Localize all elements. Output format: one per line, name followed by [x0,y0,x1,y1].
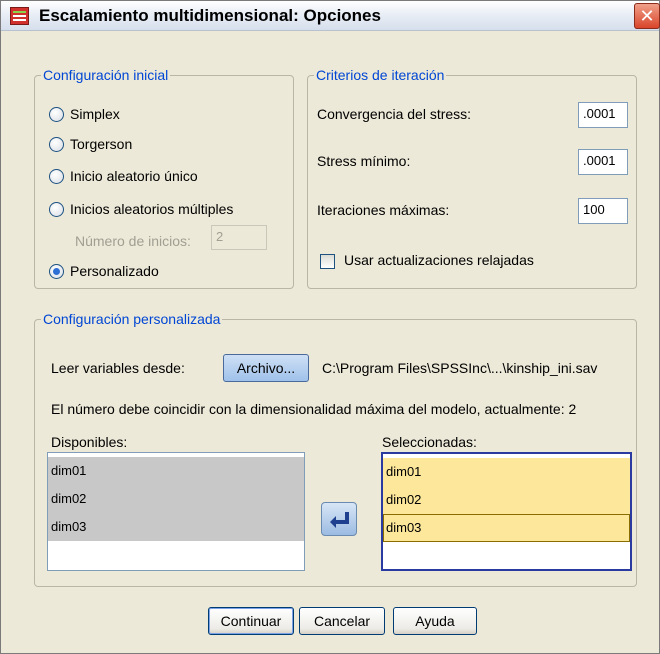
radio-multiple-random-starts-label: Inicios aleatorios múltiples [70,201,234,217]
dimension-note: El número debe coincidir con la dimensio… [51,401,577,417]
min-stress-label: Stress mínimo: [317,153,411,169]
spss-app-icon [10,7,29,25]
available-item[interactable]: dim01 [48,457,304,485]
radio-multiple-random-starts-indicator[interactable] [49,202,64,217]
available-list[interactable]: dim01 dim02 dim03 [47,452,305,571]
radio-simplex-indicator[interactable] [49,107,64,122]
selected-list[interactable]: dim01 dim02 dim03 [381,452,632,571]
radio-custom-label: Personalizado [70,263,159,279]
selected-item[interactable]: dim01 [383,458,630,486]
max-iterations-label: Iteraciones máximas: [317,202,450,218]
radio-single-random-start-indicator[interactable] [49,169,64,184]
custom-config-group: Configuración personalizada Leer variabl… [34,311,637,587]
available-label: Disponibles: [51,434,128,450]
move-variable-button[interactable] [321,502,357,536]
radio-multiple-random-starts[interactable]: Inicios aleatorios múltiples [49,200,289,220]
stress-convergence-label: Convergencia del stress: [317,106,472,122]
min-stress-input[interactable]: .0001 [578,149,628,175]
continue-button[interactable]: Continuar [208,607,294,635]
radio-simplex-label: Simplex [70,106,120,122]
initial-config-group: Configuración inicial Simplex Torgerson … [34,67,294,289]
cancel-button[interactable]: Cancelar [299,607,385,635]
selected-item[interactable]: dim02 [383,486,630,514]
stress-convergence-input[interactable]: .0001 [578,102,628,128]
close-button[interactable]: ✕ [634,3,660,29]
initial-config-legend: Configuración inicial [41,67,171,83]
options-dialog: Escalamiento multidimensional: Opciones … [0,0,660,654]
iteration-criteria-legend: Criterios de iteración [314,67,447,83]
radio-custom-indicator[interactable] [49,264,64,279]
relaxed-updates-label: Usar actualizaciones relajadas [344,252,534,268]
max-iterations-input[interactable]: 100 [578,198,628,224]
radio-simplex[interactable]: Simplex [49,105,249,125]
custom-config-legend: Configuración personalizada [41,311,223,327]
title-bar[interactable]: Escalamiento multidimensional: Opciones … [1,1,660,31]
file-button[interactable]: Archivo... [223,354,309,382]
selected-item[interactable]: dim03 [383,514,630,542]
radio-single-random-start[interactable]: Inicio aleatorio único [49,167,279,187]
available-item[interactable]: dim02 [48,485,304,513]
radio-custom[interactable]: Personalizado [49,262,249,282]
available-item[interactable]: dim03 [48,513,304,541]
relaxed-updates-checkbox[interactable] [320,254,335,269]
num-starts-label: Número de inicios: [75,233,191,249]
window-title: Escalamiento multidimensional: Opciones [39,6,381,25]
radio-torgerson-indicator[interactable] [49,137,64,152]
selected-label: Seleccionadas: [382,434,477,450]
radio-torgerson[interactable]: Torgerson [49,135,249,155]
iteration-criteria-group: Criterios de iteración Convergencia del … [307,67,637,289]
radio-single-random-start-label: Inicio aleatorio único [70,168,198,184]
arrow-left-icon [330,512,349,528]
read-from-label: Leer variables desde: [51,360,185,376]
file-path: C:\Program Files\SPSSInc\...\kinship_ini… [322,360,598,376]
radio-torgerson-label: Torgerson [70,136,133,152]
help-button[interactable]: Ayuda [393,607,477,635]
num-starts-input[interactable]: 2 [211,225,267,250]
